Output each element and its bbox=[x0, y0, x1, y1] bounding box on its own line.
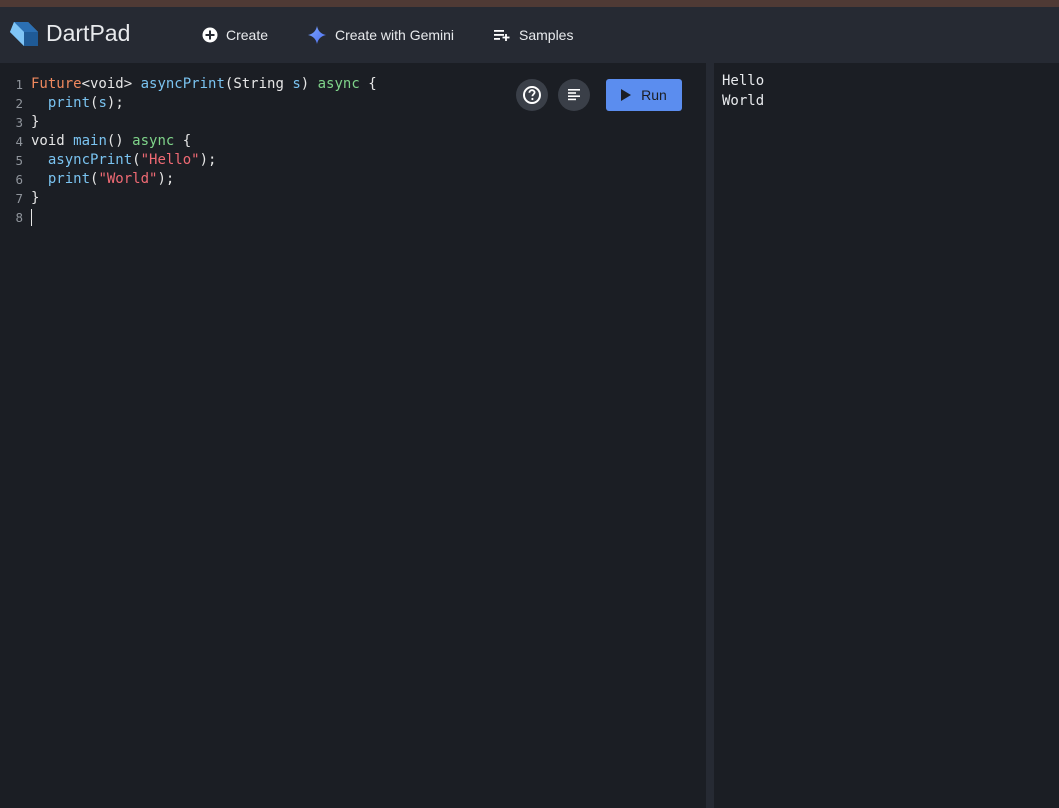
console-line: Hello bbox=[722, 73, 765, 89]
gemini-label: Create with Gemini bbox=[335, 27, 455, 43]
code-token: Future bbox=[31, 76, 82, 92]
line-number: 1 bbox=[15, 77, 23, 92]
code-token: async bbox=[317, 76, 360, 92]
text-cursor bbox=[31, 208, 32, 226]
line-number: 5 bbox=[15, 153, 23, 168]
code-token: ); bbox=[199, 152, 217, 168]
code-token: print bbox=[47, 95, 91, 111]
play-icon bbox=[621, 89, 632, 101]
code-token: () bbox=[106, 133, 133, 149]
code-line: asyncPrint("Hello"); bbox=[31, 151, 377, 170]
create-button[interactable]: Create bbox=[202, 20, 268, 50]
code-token: void bbox=[31, 133, 74, 149]
code-area[interactable]: Future<void> asyncPrint(String s) async … bbox=[31, 75, 377, 227]
code-token: asyncPrint bbox=[140, 76, 225, 92]
line-number: 7 bbox=[15, 191, 23, 206]
code-token: { bbox=[359, 76, 377, 92]
plus-circle-icon bbox=[202, 27, 218, 43]
code-line: } bbox=[31, 189, 377, 208]
line-number-gutter: 1 2 3 4 5 6 7 8 bbox=[0, 75, 26, 227]
code-token: s bbox=[292, 76, 301, 92]
console-output: Hello World bbox=[722, 71, 764, 111]
samples-button[interactable]: Samples bbox=[493, 20, 573, 50]
code-line: Future<void> asyncPrint(String s) async … bbox=[31, 75, 377, 94]
help-button[interactable] bbox=[516, 79, 548, 111]
code-token: s bbox=[98, 95, 107, 111]
code-line: print("World"); bbox=[31, 170, 377, 189]
console-line: World bbox=[722, 93, 765, 109]
line-number: 4 bbox=[15, 134, 23, 149]
gemini-sparkle-icon bbox=[308, 26, 326, 44]
code-line bbox=[31, 208, 377, 227]
code-token: print bbox=[47, 171, 91, 187]
code-token: async bbox=[132, 133, 175, 149]
code-token: ) bbox=[300, 76, 318, 92]
create-label: Create bbox=[226, 27, 269, 43]
samples-label: Samples bbox=[519, 27, 574, 43]
code-editor[interactable]: 1 2 3 4 5 6 7 8 Future<void> asyncPrint(String … bbox=[0, 63, 706, 808]
run-label: Run bbox=[641, 87, 667, 103]
code-token: } bbox=[31, 190, 40, 206]
create-with-gemini-button[interactable]: Create with Gemini bbox=[307, 20, 454, 50]
code-token: "Hello" bbox=[140, 152, 200, 168]
playlist-add-icon bbox=[494, 30, 510, 41]
code-token: main bbox=[73, 133, 107, 149]
format-align-icon bbox=[568, 89, 580, 101]
code-token: } bbox=[31, 114, 40, 130]
app-header: DartPad Create Create with Gemini Sample… bbox=[0, 7, 1059, 63]
line-number: 6 bbox=[15, 172, 23, 187]
code-line: void main() async { bbox=[31, 132, 377, 151]
code-token: "World" bbox=[98, 171, 158, 187]
code-token: <void> bbox=[81, 76, 141, 92]
code-token: { bbox=[174, 133, 192, 149]
window-top-strip bbox=[0, 0, 1059, 7]
run-button[interactable]: Run bbox=[606, 79, 682, 111]
code-token: ); bbox=[106, 95, 124, 111]
code-token: asyncPrint bbox=[47, 152, 133, 168]
code-line: print(s); bbox=[31, 94, 377, 113]
pane-divider[interactable] bbox=[706, 63, 714, 808]
line-number: 8 bbox=[15, 210, 23, 225]
help-circle-icon bbox=[523, 86, 541, 104]
code-token: ( bbox=[132, 152, 141, 168]
line-number: 3 bbox=[15, 115, 23, 130]
format-button[interactable] bbox=[558, 79, 590, 111]
app-title: DartPad bbox=[46, 20, 131, 46]
line-number: 2 bbox=[15, 96, 23, 111]
code-line: } bbox=[31, 113, 377, 132]
dart-logo-icon bbox=[6, 18, 40, 52]
console-output-panel: Hello World bbox=[714, 63, 1059, 808]
code-token: (String bbox=[224, 76, 293, 92]
code-token: ); bbox=[157, 171, 175, 187]
